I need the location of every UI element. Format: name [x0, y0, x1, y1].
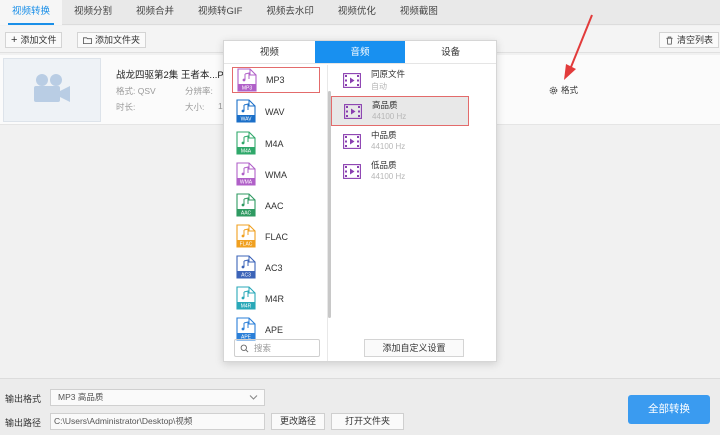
format-picker-panel: 视频 音频 设备 MP3 MP3 WAV WAV M4A M4A WMA WMA… [223, 40, 497, 362]
tab-video-convert[interactable]: 视频转换 [0, 0, 63, 25]
folder-icon [83, 36, 92, 44]
clear-list-label: 清空列表 [677, 35, 714, 45]
output-path-label: 输出路径 [5, 418, 42, 428]
quality-item-medium[interactable]: 中品质 44100 Hz [331, 127, 469, 157]
format-settings-label: 格式 [561, 85, 579, 95]
file-resolution-label: 分辨率: [185, 86, 213, 96]
top-nav: 视频转换 视频分割 视频合并 视频转GIF 视频去水印 视频优化 视频截图 [0, 0, 720, 25]
clear-list-button[interactable]: 清空列表 [659, 32, 720, 48]
tab-video-remove-watermark[interactable]: 视频去水印 [254, 0, 326, 25]
quality-name: 高品质 [372, 100, 398, 110]
tab-video-to-gif[interactable]: 视频转GIF [186, 0, 254, 25]
svg-text:M4A: M4A [241, 149, 252, 155]
convert-all-button[interactable]: 全部转换 [628, 395, 710, 424]
change-path-button[interactable]: 更改路径 [271, 413, 325, 430]
output-format-value: MP3 高品质 [58, 392, 104, 402]
format-label: MP3 [266, 75, 285, 85]
svg-text:AAC: AAC [241, 211, 252, 217]
tab-video-screenshot[interactable]: 视频截图 [388, 0, 450, 25]
quality-sub: 44100 Hz [371, 142, 406, 151]
audio-quality-icon [343, 164, 361, 182]
format-label: M4A [265, 139, 284, 149]
format-item-mp3[interactable]: MP3 MP3 [232, 67, 320, 93]
svg-text:M4R: M4R [241, 304, 252, 310]
file-duration-label: 时长: [116, 102, 136, 112]
add-file-button[interactable]: + 添加文件 [5, 32, 63, 48]
quality-item-original[interactable]: 同原文件 自动 [331, 66, 469, 96]
tab-video-merge[interactable]: 视频合并 [124, 0, 186, 25]
format-label: WAV [265, 107, 285, 117]
tab-device[interactable]: 设备 [405, 41, 496, 63]
quality-sub: 自动 [371, 82, 387, 91]
format-item-wav[interactable]: WAV WAV [232, 99, 320, 125]
quality-name: 中品质 [371, 130, 397, 140]
add-folder-button[interactable]: 添加文件夹 [77, 32, 147, 48]
format-settings-button[interactable]: 格式 [548, 84, 578, 96]
quality-item-high[interactable]: 高品质 44100 Hz [331, 96, 469, 126]
format-item-wma[interactable]: WMA WMA [232, 162, 320, 188]
svg-text:FLAC: FLAC [240, 242, 253, 248]
add-file-label: 添加文件 [20, 35, 57, 45]
tab-audio[interactable]: 音频 [314, 41, 406, 63]
plus-icon: + [11, 34, 18, 46]
svg-text:WMA: WMA [240, 180, 253, 186]
add-custom-setting-button[interactable]: 添加自定义设置 [364, 339, 464, 357]
file-format: 格式: QSV [116, 86, 156, 96]
search-placeholder: 搜索 [254, 343, 272, 353]
format-item-m4r[interactable]: M4R M4R [232, 286, 320, 312]
format-label: WMA [265, 170, 287, 180]
svg-text:MP3: MP3 [242, 86, 253, 92]
quality-sub: 44100 Hz [371, 172, 406, 181]
audio-format-list: MP3 MP3 WAV WAV M4A M4A WMA WMA AAC AAC … [224, 65, 328, 361]
quality-name: 同原文件 [371, 69, 406, 79]
gear-icon [549, 86, 558, 94]
annotation-arrow [564, 14, 593, 80]
tab-video-optimize[interactable]: 视频优化 [326, 0, 388, 25]
format-label: FLAC [265, 232, 289, 242]
quality-name: 低品质 [371, 160, 397, 170]
svg-text:AC3: AC3 [241, 273, 251, 279]
format-category-tabs: 视频 音频 设备 [224, 41, 496, 64]
format-label: AAC [265, 201, 284, 211]
format-item-m4a[interactable]: M4A M4A [232, 131, 320, 157]
output-format-select[interactable]: MP3 高品质 [50, 389, 265, 406]
audio-quality-icon [343, 134, 361, 152]
add-folder-label: 添加文件夹 [95, 35, 141, 45]
audio-quality-icon [344, 104, 362, 122]
format-item-flac[interactable]: FLAC FLAC [232, 224, 320, 250]
format-search-input[interactable]: 搜索 [234, 339, 320, 357]
output-settings-bar: 输出格式 MP3 高品质 输出路径 C:\Users\Administrator… [0, 378, 720, 435]
video-camera-icon [34, 74, 70, 102]
output-format-label: 输出格式 [5, 394, 42, 404]
quality-item-low[interactable]: 低品质 44100 Hz [331, 157, 469, 187]
format-label: M4R [265, 294, 285, 304]
format-item-ac3[interactable]: AC3 AC3 [232, 255, 320, 281]
output-path-field[interactable]: C:\Users\Administrator\Desktop\视频 [50, 413, 265, 430]
tab-video[interactable]: 视频 [224, 41, 315, 63]
format-label: APE [265, 325, 284, 335]
quality-sub: 44100 Hz [372, 112, 407, 121]
audio-quality-icon [343, 73, 361, 91]
svg-text:WAV: WAV [241, 117, 252, 123]
search-icon [240, 344, 249, 352]
trash-icon [666, 36, 673, 45]
format-item-aac[interactable]: AAC AAC [232, 193, 320, 219]
tab-video-split[interactable]: 视频分割 [62, 0, 124, 25]
video-thumbnail [3, 58, 101, 122]
format-label: AC3 [265, 263, 283, 273]
chevron-down-icon [249, 395, 258, 400]
file-size-label: 大小: [185, 102, 205, 112]
file-title: 战龙四驱第2集 王者本...P... [116, 70, 231, 81]
open-folder-button[interactable]: 打开文件夹 [331, 413, 404, 430]
